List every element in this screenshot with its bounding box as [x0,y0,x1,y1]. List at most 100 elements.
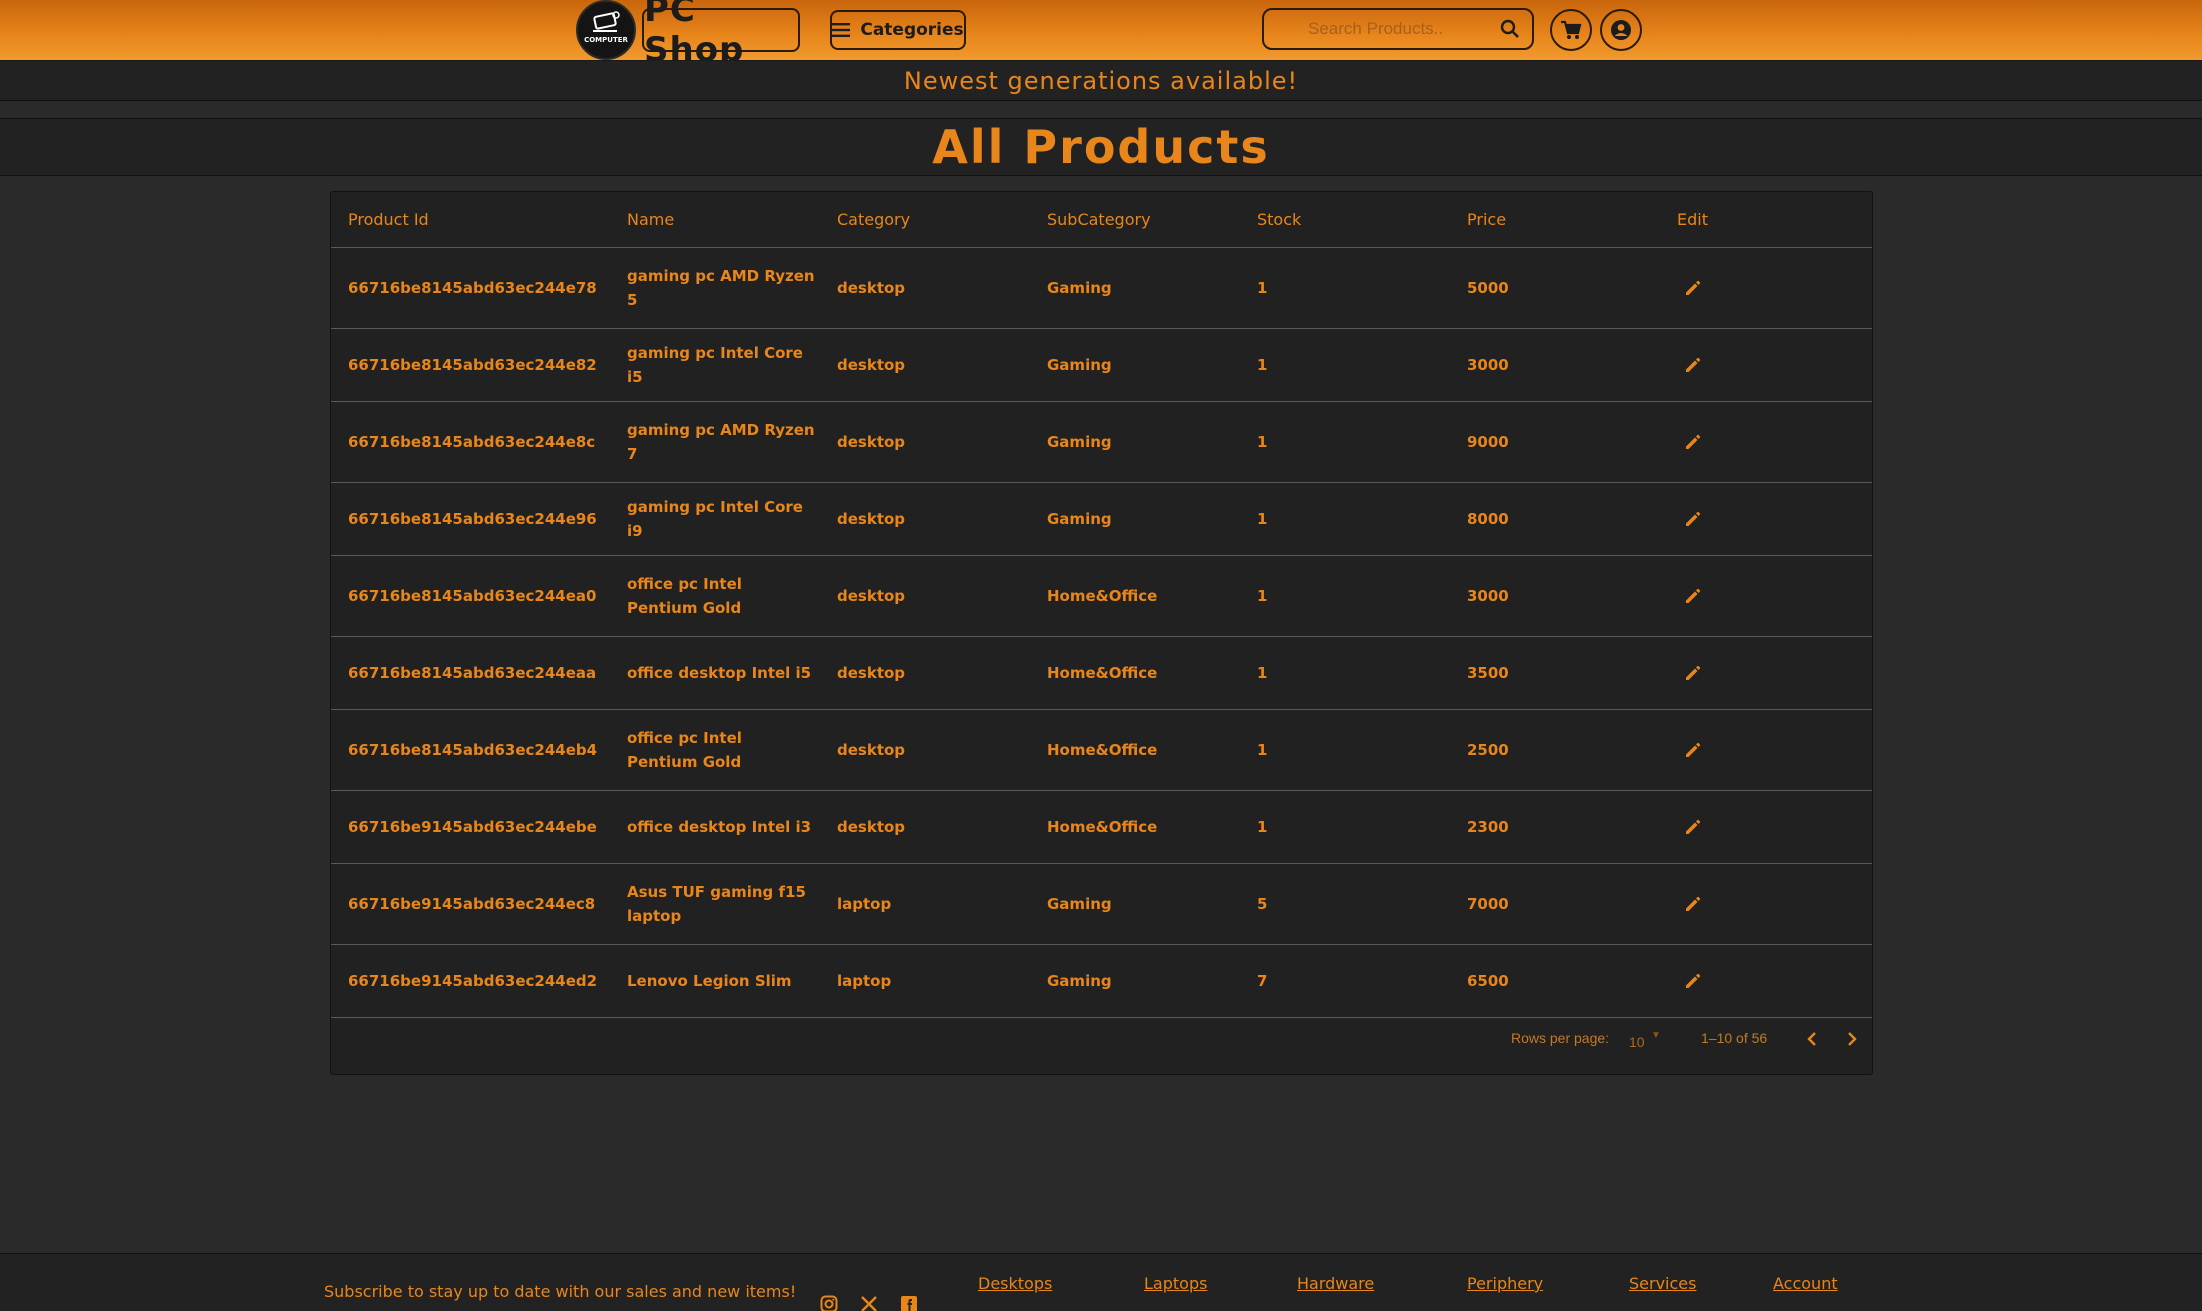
footer-link-laptops[interactable]: Laptops [1144,1274,1207,1293]
table-row[interactable]: 66716be8145abd63ec244ea0 office pc Intel … [331,556,1872,637]
table-row[interactable]: 66716be8145abd63ec244e82 gaming pc Intel … [331,329,1872,402]
column-header-price[interactable]: Price [1467,192,1657,247]
search-icon[interactable] [1500,19,1520,43]
cell-price: 3500 [1467,664,1509,682]
cell-price: 5000 [1467,279,1509,297]
cell-price: 2500 [1467,741,1509,759]
cell-category: desktop [837,279,906,297]
pagination-range: 1–10 of 56 [1701,1030,1768,1046]
cell-category: desktop [837,433,906,451]
menu-icon [832,23,851,37]
cell-category: desktop [837,356,906,374]
page-title: All Products [932,120,1270,174]
edit-button[interactable] [1677,637,1797,709]
search-input[interactable] [1264,19,1484,39]
edit-button[interactable] [1677,329,1797,401]
cell-stock: 7 [1257,972,1268,990]
facebook-icon[interactable] [899,1294,919,1311]
cell-stock: 5 [1257,895,1268,913]
cell-name: Lenovo Legion Slim [627,972,792,990]
page-title-bar: All Products [0,118,2202,176]
edit-button[interactable] [1677,945,1797,1017]
cell-category: laptop [837,972,892,990]
footer: Subscribe to stay up to date with our sa… [0,1253,2202,1311]
edit-button[interactable] [1677,710,1797,790]
table-row[interactable]: 66716be8145abd63ec244eb4 office pc Intel … [331,710,1872,791]
table-row[interactable]: 66716be9145abd63ec244ed2 Lenovo Legion Sl… [331,945,1872,1018]
table-row[interactable]: 66716be9145abd63ec244ec8 Asus TUF gaming … [331,864,1872,945]
footer-link-account[interactable]: Account [1773,1274,1838,1293]
logo-text: COMPUTER [584,36,628,44]
previous-page-button[interactable] [1801,1028,1823,1050]
cell-name: gaming pc Intel Core i5 [627,344,803,386]
table-row[interactable]: 66716be8145abd63ec244eaa office desktop I… [331,637,1872,710]
brand-title[interactable]: PC Shop [642,0,800,70]
logo[interactable]: COMPUTER [576,0,636,60]
table-row[interactable]: 66716be9145abd63ec244ebe office desktop I… [331,791,1872,864]
cell-product-id: 66716be8145abd63ec244e96 [348,510,597,528]
cell-subcategory: Gaming [1047,433,1112,451]
footer-link-desktops[interactable]: Desktops [978,1274,1052,1293]
pencil-icon [1686,742,1701,757]
account-button[interactable] [1600,9,1642,51]
pencil-icon [1686,434,1701,449]
table-row[interactable]: 66716be8145abd63ec244e8c gaming pc AMD Ry… [331,402,1872,483]
categories-button[interactable]: Categories [830,10,966,50]
products-table: Product Id Name Category SubCategory Sto… [330,191,1873,1075]
cell-stock: 1 [1257,664,1268,682]
cell-name: gaming pc AMD Ryzen 5 [627,267,815,309]
pencil-icon [1686,665,1701,680]
rows-per-page-select[interactable]: 10 [1629,1034,1645,1050]
edit-button[interactable] [1677,402,1797,482]
column-header-category[interactable]: Category [837,192,1027,247]
footer-link-periphery[interactable]: Periphery [1467,1274,1543,1293]
instagram-icon[interactable] [819,1294,839,1311]
promo-banner: Newest generations available! [0,61,2202,101]
footer-link-hardware[interactable]: Hardware [1297,1274,1374,1293]
pencil-icon [1686,588,1701,603]
edit-button[interactable] [1677,248,1797,328]
cell-subcategory: Gaming [1047,510,1112,528]
pencil-icon [1686,280,1701,295]
promo-banner-text: Newest generations available! [903,66,1299,95]
chevron-down-icon[interactable]: ▼ [1651,1030,1661,1041]
pencil-icon [1686,357,1701,372]
table-pagination: Rows per page: 10 ▼ 1–10 of 56 [331,1024,1872,1074]
cell-category: desktop [837,510,906,528]
edit-button[interactable] [1677,483,1797,555]
edit-button[interactable] [1677,791,1797,863]
cell-subcategory: Gaming [1047,895,1112,913]
cell-price: 3000 [1467,587,1509,605]
cell-stock: 1 [1257,356,1268,374]
cell-product-id: 66716be8145abd63ec244e82 [348,356,597,374]
column-header-product-id[interactable]: Product Id [348,192,618,247]
chevron-right-icon [1848,1032,1857,1046]
cell-subcategory: Home&Office [1047,664,1158,682]
pencil-icon [1686,973,1701,988]
cell-subcategory: Gaming [1047,356,1112,374]
table-row[interactable]: 66716be8145abd63ec244e78 gaming pc AMD Ry… [331,248,1872,329]
cell-subcategory: Home&Office [1047,741,1158,759]
column-header-name[interactable]: Name [627,192,817,247]
table-row[interactable]: 66716be8145abd63ec244e96 gaming pc Intel … [331,483,1872,556]
cell-stock: 1 [1257,279,1268,297]
cell-name: Asus TUF gaming f15 laptop [627,883,806,925]
cell-stock: 1 [1257,433,1268,451]
cell-name: office pc Intel Pentium Gold [627,575,742,617]
cell-product-id: 66716be9145abd63ec244ebe [348,818,597,836]
cell-stock: 1 [1257,587,1268,605]
cell-price: 6500 [1467,972,1509,990]
cart-button[interactable] [1550,9,1592,51]
cell-name: office pc Intel Pentium Gold [627,729,742,771]
edit-button[interactable] [1677,556,1797,636]
cell-name: office desktop Intel i5 [627,664,812,682]
column-header-subcategory[interactable]: SubCategory [1047,192,1237,247]
column-header-edit: Edit [1677,209,1708,229]
subscribe-text: Subscribe to stay up to date with our sa… [324,1282,797,1301]
column-header-stock[interactable]: Stock [1257,192,1447,247]
x-icon[interactable] [859,1294,879,1311]
edit-button[interactable] [1677,864,1797,944]
cell-name: gaming pc Intel Core i9 [627,498,803,540]
next-page-button[interactable] [1841,1028,1863,1050]
footer-link-services[interactable]: Services [1629,1274,1696,1293]
